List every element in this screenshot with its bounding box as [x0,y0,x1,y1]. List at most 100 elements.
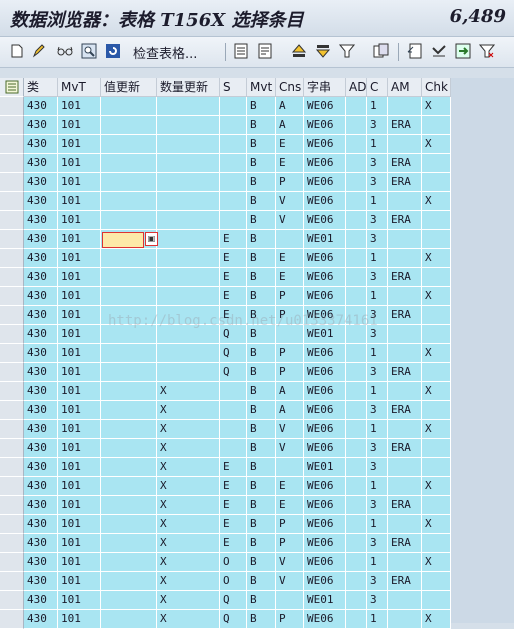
table-row[interactable]: 430 101 X O B V WE06 3 ERA [0,572,451,591]
table-row[interactable]: 430 101 Q B P WE06 1 X [0,344,451,363]
row-selector[interactable] [0,268,24,287]
cell-cns: A [276,401,304,420]
row-selector[interactable] [0,230,24,249]
export-icon[interactable] [406,42,424,60]
column-header-ad[interactable]: AD [346,78,367,97]
table-row[interactable]: 430 101 X B V WE06 1 X [0,420,451,439]
row-selector[interactable] [0,325,24,344]
cell-type: 430 [24,306,58,325]
print-icon[interactable] [256,42,274,60]
edit-pencil-icon[interactable] [30,42,48,60]
refresh-icon[interactable] [104,42,122,60]
value-update-input[interactable]: ▣ [101,230,158,249]
focused-field[interactable] [102,232,144,248]
column-header-chk[interactable]: Chk [422,78,451,97]
table-row[interactable]: 430 101 B E WE06 3 ERA [0,154,451,173]
table-row[interactable]: 430 101 B A WE06 1 X [0,97,451,116]
find-icon[interactable] [80,42,98,60]
table-row[interactable]: 430 101 X E B WE01 3 [0,458,451,477]
filter-icon[interactable] [338,42,356,60]
column-header-qty-update[interactable]: 数量更新 [157,78,220,97]
table-row[interactable]: 430 101 E B E WE06 1 X [0,249,451,268]
table-row[interactable]: 430 101 E B WE01 3 ▣ [0,230,451,249]
table-row[interactable]: 430 101 Q B WE01 3 [0,325,451,344]
table-row[interactable]: 430 101 X B A WE06 1 X [0,382,451,401]
column-header-mvt2[interactable]: Mvt [247,78,276,97]
table-row[interactable]: 430 101 B V WE06 1 X [0,192,451,211]
row-selector[interactable] [0,97,24,116]
cell-cns: E [276,477,304,496]
row-selector[interactable] [0,496,24,515]
row-selector[interactable] [0,173,24,192]
table-row[interactable]: 430 101 X E B P WE06 1 X [0,515,451,534]
row-selector[interactable] [0,135,24,154]
row-selector[interactable] [0,249,24,268]
cell-type: 430 [24,496,58,515]
cell-type: 430 [24,572,58,591]
row-selector[interactable] [0,306,24,325]
table-row[interactable]: 430 101 X E B E WE06 1 X [0,477,451,496]
row-selector[interactable] [0,363,24,382]
table-row[interactable]: 430 101 X Q B P WE06 1 X [0,610,451,629]
row-selector[interactable] [0,439,24,458]
row-selector[interactable] [0,382,24,401]
select-all-icon[interactable] [0,78,24,97]
column-header-am[interactable]: AM [388,78,422,97]
layout-icon[interactable] [430,42,448,60]
cell-c: 3 [367,496,388,515]
unfilter-icon[interactable] [478,42,496,60]
column-header-value-update[interactable]: 值更新 [101,78,157,97]
row-selector[interactable] [0,420,24,439]
row-selector[interactable] [0,553,24,572]
row-selector[interactable] [0,515,24,534]
total-icon[interactable] [372,42,390,60]
details-icon[interactable] [232,42,250,60]
cell-value-update [101,591,157,610]
sort-descending-icon[interactable] [314,42,332,60]
value-help-icon[interactable]: ▣ [145,232,158,246]
column-header-s[interactable]: S [220,78,247,97]
row-selector[interactable] [0,154,24,173]
table-row[interactable]: 430 101 B P WE06 3 ERA [0,173,451,192]
table-row[interactable]: 430 101 B V WE06 3 ERA [0,211,451,230]
row-selector[interactable] [0,610,24,629]
table-row[interactable]: 430 101 B E WE06 1 X [0,135,451,154]
table-row[interactable]: 430 101 B A WE06 3 ERA [0,116,451,135]
row-selector[interactable] [0,572,24,591]
cell-mvt: 101 [58,515,101,534]
row-selector[interactable] [0,458,24,477]
table-row[interactable]: 430 101 Q B P WE06 3 ERA [0,363,451,382]
table-row[interactable]: 430 101 X E B P WE06 3 ERA [0,534,451,553]
new-page-icon[interactable] [8,42,26,60]
row-selector[interactable] [0,211,24,230]
table-row[interactable]: 430 101 X B A WE06 3 ERA [0,401,451,420]
row-selector[interactable] [0,344,24,363]
table-row[interactable]: 430 101 E B E WE06 3 ERA [0,268,451,287]
glasses-icon[interactable] [56,42,74,60]
row-selector[interactable] [0,591,24,610]
column-header-cns[interactable]: Cns [276,78,304,97]
row-selector[interactable] [0,401,24,420]
row-selector[interactable] [0,287,24,306]
row-selector[interactable] [0,116,24,135]
cell-mvt2: B [247,401,276,420]
table-row[interactable]: 430 101 E B P WE06 1 X [0,287,451,306]
cell-chk [422,268,451,287]
column-header-type[interactable]: 类 [24,78,58,97]
row-selector[interactable] [0,534,24,553]
table-row[interactable]: 430 101 E B P WE06 3 ERA [0,306,451,325]
table-row[interactable]: 430 101 X B V WE06 3 ERA [0,439,451,458]
table-row[interactable]: 430 101 X E B E WE06 3 ERA [0,496,451,515]
column-header-mvt[interactable]: MvT [58,78,101,97]
sort-ascending-icon[interactable] [290,42,308,60]
save-icon[interactable] [454,42,472,60]
column-header-c[interactable]: C [367,78,388,97]
cell-qty-update [157,192,220,211]
row-selector[interactable] [0,192,24,211]
row-selector[interactable] [0,477,24,496]
column-header-string[interactable]: 字串 [304,78,346,97]
table-row[interactable]: 430 101 X O B V WE06 1 X [0,553,451,572]
check-table-button[interactable]: 检查表格... [133,43,197,62]
table-row[interactable]: 430 101 X Q B WE01 3 [0,591,451,610]
cell-string: WE06 [304,116,346,135]
